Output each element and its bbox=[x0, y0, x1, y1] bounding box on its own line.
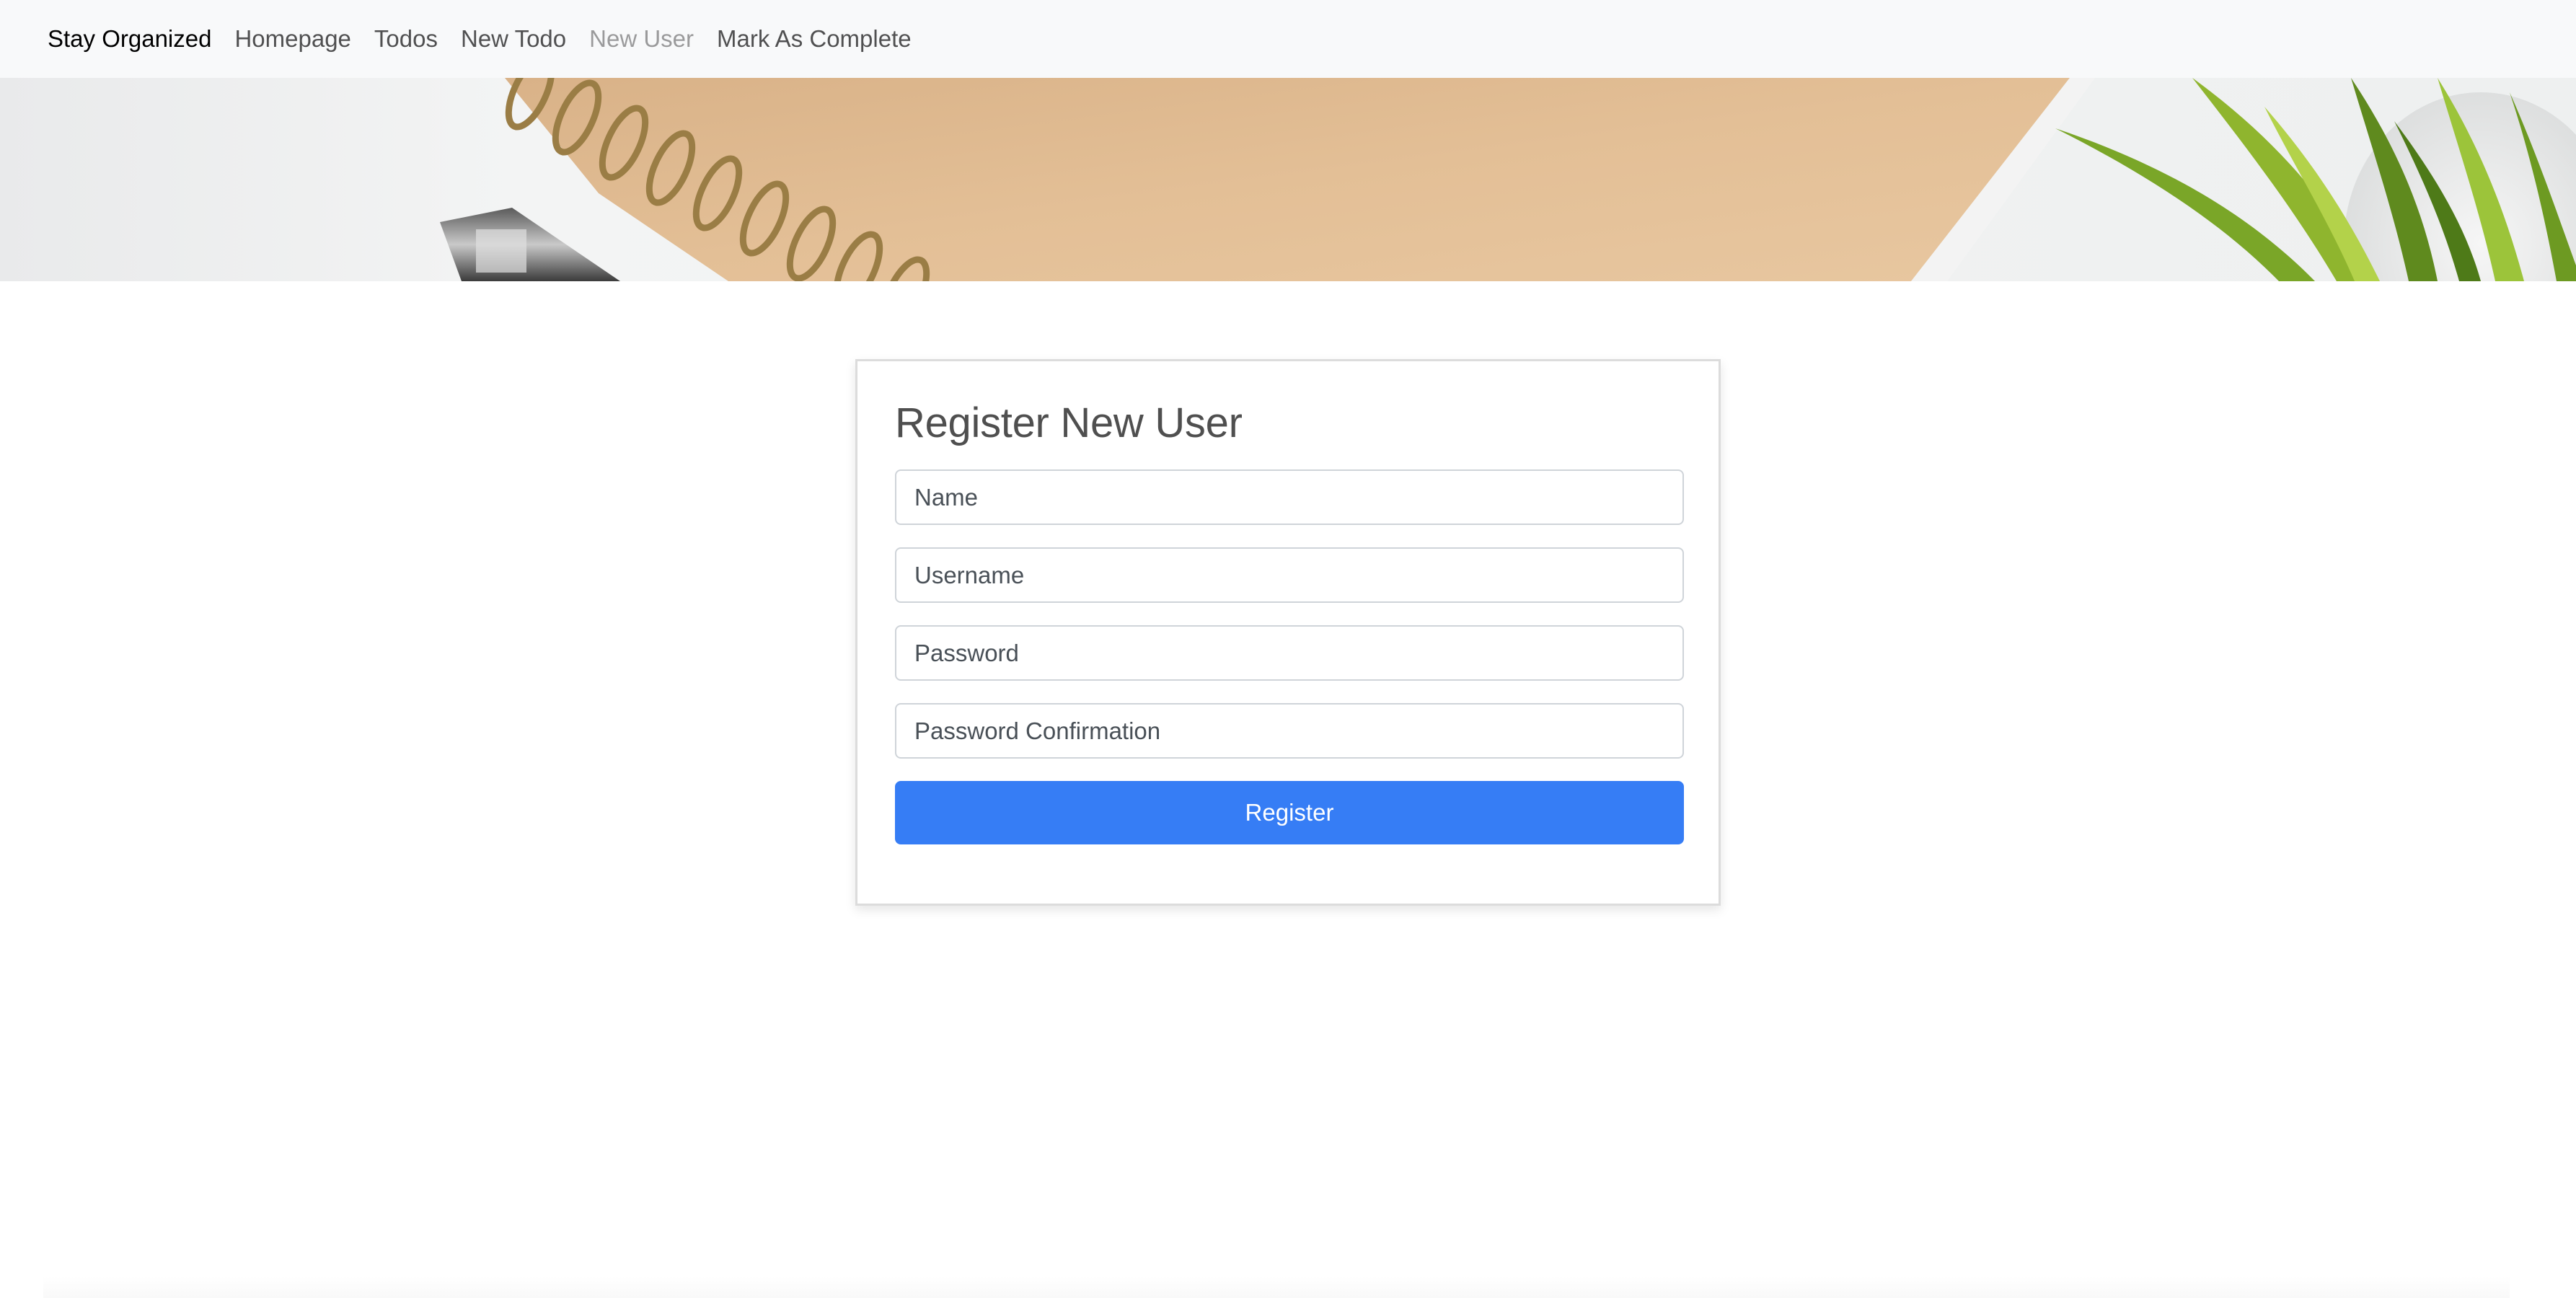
nav-link-todos[interactable]: Todos bbox=[374, 25, 438, 53]
username-input[interactable] bbox=[895, 547, 1684, 603]
navbar-brand[interactable]: Stay Organized bbox=[48, 25, 211, 53]
register-title: Register New User bbox=[895, 399, 1243, 446]
register-button[interactable]: Register bbox=[895, 781, 1684, 844]
nav-link-mark-as-complete[interactable]: Mark As Complete bbox=[717, 25, 912, 53]
register-card: Register New User Register bbox=[855, 359, 1721, 906]
hero-banner-image bbox=[0, 78, 2576, 281]
nav-link-new-user: New User bbox=[589, 25, 694, 52]
password-input[interactable] bbox=[895, 625, 1684, 681]
nav-link-homepage[interactable]: Homepage bbox=[234, 25, 350, 53]
password-confirmation-input[interactable] bbox=[895, 703, 1684, 759]
name-input[interactable] bbox=[895, 469, 1684, 525]
navbar: Stay Organized Homepage Todos New Todo N… bbox=[0, 0, 2576, 78]
bottom-shadow bbox=[43, 1276, 2510, 1298]
nav-link-new-todo[interactable]: New Todo bbox=[461, 25, 566, 53]
